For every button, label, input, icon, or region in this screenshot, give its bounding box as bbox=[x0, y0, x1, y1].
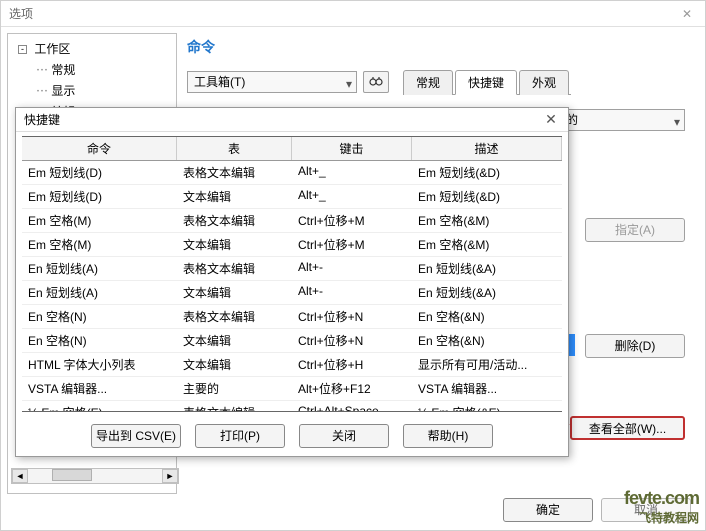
scroll-thumb[interactable] bbox=[52, 469, 92, 481]
delete-button[interactable]: 删除(D) bbox=[585, 334, 685, 358]
cell: ¼ Em 空格(E) bbox=[22, 401, 177, 411]
view-all-button[interactable]: 查看全部(W)... bbox=[570, 416, 685, 440]
cell: Ctrl+位移+M bbox=[292, 233, 412, 256]
cell: En 空格(N) bbox=[22, 305, 177, 328]
window-title: 选项 bbox=[9, 5, 677, 22]
watermark-url: fevte.com bbox=[624, 488, 699, 509]
cell: Ctrl+位移+N bbox=[292, 305, 412, 328]
cell: 表格文本编辑 bbox=[177, 305, 292, 328]
cell: Alt+- bbox=[292, 257, 412, 280]
cell: En 短划线(A) bbox=[22, 257, 177, 280]
cell: Alt+_ bbox=[292, 161, 412, 184]
cell: Em 空格(M) bbox=[22, 233, 177, 256]
tree-root[interactable]: - 工作区 bbox=[12, 38, 172, 59]
tree-root-label: 工作区 bbox=[34, 42, 70, 56]
scroll-left-icon[interactable]: ◄ bbox=[12, 469, 28, 483]
cell: 文本编辑 bbox=[177, 353, 292, 376]
cell: 文本编辑 bbox=[177, 185, 292, 208]
table-row[interactable]: Em 空格(M)文本编辑Ctrl+位移+MEm 空格(&M) bbox=[22, 233, 562, 257]
export-csv-button[interactable]: 导出到 CSV(E) bbox=[91, 424, 181, 448]
dialog-title: 快捷键 bbox=[24, 111, 542, 128]
cell: Em 短划线(&D) bbox=[412, 161, 562, 184]
table-row[interactable]: Em 空格(M)表格文本编辑Ctrl+位移+MEm 空格(&M) bbox=[22, 209, 562, 233]
cell: Alt+- bbox=[292, 281, 412, 304]
scroll-right-icon[interactable]: ► bbox=[162, 469, 178, 483]
cell: Alt+_ bbox=[292, 185, 412, 208]
table-row[interactable]: VSTA 编辑器...主要的Alt+位移+F12VSTA 编辑器... bbox=[22, 377, 562, 401]
cell: Em 空格(&M) bbox=[412, 233, 562, 256]
cell: Em 短划线(&D) bbox=[412, 185, 562, 208]
cell: 文本编辑 bbox=[177, 281, 292, 304]
cell: Ctrl+Alt+Space bbox=[292, 401, 412, 411]
tab-appearance[interactable]: 外观 bbox=[519, 70, 569, 95]
cell: Em 空格(&M) bbox=[412, 209, 562, 232]
tab-general[interactable]: 常规 bbox=[403, 70, 453, 95]
cell: En 空格(N) bbox=[22, 329, 177, 352]
col-table[interactable]: 表 bbox=[177, 137, 292, 160]
cell: ¼ Em 空格(&E) bbox=[412, 401, 562, 411]
cell: Alt+位移+F12 bbox=[292, 377, 412, 400]
toolbox-combo[interactable]: 工具箱(T) bbox=[187, 71, 357, 93]
cell: En 短划线(&A) bbox=[412, 281, 562, 304]
tab-shortcuts[interactable]: 快捷键 bbox=[455, 70, 517, 95]
dialog-close-icon[interactable]: ✕ bbox=[542, 111, 560, 129]
close-icon[interactable]: ✕ bbox=[677, 4, 697, 24]
table-row[interactable]: En 短划线(A)表格文本编辑Alt+-En 短划线(&A) bbox=[22, 257, 562, 281]
shortcuts-dialog: 快捷键 ✕ 命令 表 键击 描述 Em 短划线(D)表格文本编辑Alt+_Em … bbox=[15, 107, 569, 457]
print-button[interactable]: 打印(P) bbox=[195, 424, 285, 448]
assign-button[interactable]: 指定(A) bbox=[585, 218, 685, 242]
table-row[interactable]: Em 短划线(D)表格文本编辑Alt+_Em 短划线(&D) bbox=[22, 161, 562, 185]
cell: 主要的 bbox=[177, 377, 292, 400]
cell: VSTA 编辑器... bbox=[412, 377, 562, 400]
cell: 文本编辑 bbox=[177, 233, 292, 256]
cell: Ctrl+位移+N bbox=[292, 329, 412, 352]
cell: VSTA 编辑器... bbox=[22, 377, 177, 400]
cell: En 空格(&N) bbox=[412, 329, 562, 352]
col-command[interactable]: 命令 bbox=[22, 137, 177, 160]
cell: 表格文本编辑 bbox=[177, 257, 292, 280]
cell: HTML 字体大小列表 bbox=[22, 353, 177, 376]
cell: 表格文本编辑 bbox=[177, 401, 292, 411]
table-row[interactable]: En 短划线(A)文本编辑Alt+-En 短划线(&A) bbox=[22, 281, 562, 305]
table-row[interactable]: En 空格(N)表格文本编辑Ctrl+位移+NEn 空格(&N) bbox=[22, 305, 562, 329]
col-description[interactable]: 描述 bbox=[412, 137, 562, 160]
shortcuts-grid[interactable]: 命令 表 键击 描述 Em 短划线(D)表格文本编辑Alt+_Em 短划线(&D… bbox=[22, 136, 562, 412]
close-button[interactable]: 关闭 bbox=[299, 424, 389, 448]
cell: Ctrl+位移+M bbox=[292, 209, 412, 232]
col-keystroke[interactable]: 键击 bbox=[292, 137, 412, 160]
cell: 表格文本编辑 bbox=[177, 161, 292, 184]
watermark: fevte.com 飞特教程网 bbox=[624, 488, 699, 526]
help-button[interactable]: 帮助(H) bbox=[403, 424, 493, 448]
cell: En 空格(&N) bbox=[412, 305, 562, 328]
tree-item[interactable]: 常规 bbox=[30, 59, 172, 80]
ok-button[interactable]: 确定 bbox=[503, 498, 593, 522]
binoculars-icon[interactable] bbox=[363, 71, 389, 93]
grid-header: 命令 表 键击 描述 bbox=[22, 137, 562, 161]
watermark-text: 飞特教程网 bbox=[624, 509, 699, 526]
page-title: 命令 bbox=[187, 37, 693, 57]
cell: Em 空格(M) bbox=[22, 209, 177, 232]
cell: 文本编辑 bbox=[177, 329, 292, 352]
cell: Em 短划线(D) bbox=[22, 185, 177, 208]
tree-item[interactable]: 显示 bbox=[30, 80, 172, 101]
tree-hscrollbar[interactable]: ◄ ► bbox=[11, 468, 179, 484]
cell: En 短划线(A) bbox=[22, 281, 177, 304]
table-row[interactable]: ¼ Em 空格(E)表格文本编辑Ctrl+Alt+Space¼ Em 空格(&E… bbox=[22, 401, 562, 411]
cell: Ctrl+位移+H bbox=[292, 353, 412, 376]
table-row[interactable]: En 空格(N)文本编辑Ctrl+位移+NEn 空格(&N) bbox=[22, 329, 562, 353]
cell: En 短划线(&A) bbox=[412, 257, 562, 280]
cell: 表格文本编辑 bbox=[177, 209, 292, 232]
table-row[interactable]: HTML 字体大小列表文本编辑Ctrl+位移+H显示所有可用/活动... bbox=[22, 353, 562, 377]
table-row[interactable]: Em 短划线(D)文本编辑Alt+_Em 短划线(&D) bbox=[22, 185, 562, 209]
tabset: 常规 快捷键 外观 bbox=[403, 69, 571, 95]
collapse-icon[interactable]: - bbox=[18, 45, 27, 54]
cell: 显示所有可用/活动... bbox=[412, 353, 562, 376]
cell: Em 短划线(D) bbox=[22, 161, 177, 184]
